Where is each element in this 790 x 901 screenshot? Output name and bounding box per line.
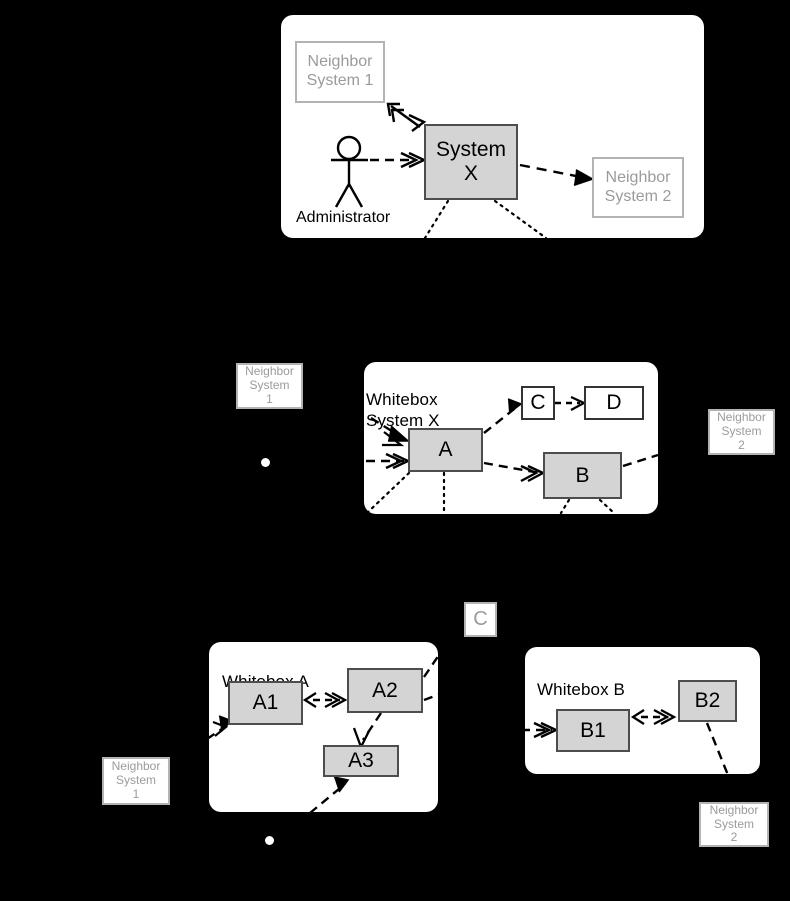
level3-neighbor-system-2-label: Neighbor System 2 — [709, 802, 759, 845]
level3-neighbor-system-2[interactable]: Neighbor System 2 — [699, 802, 769, 847]
level3-component-a3-label: A3 — [348, 749, 374, 773]
level3-component-b1-label: B1 — [580, 718, 606, 742]
level2-neighbor-system-2-label: Neighbor System 2 — [717, 410, 766, 452]
administrator-label-text: Administrator — [296, 209, 391, 226]
level3-neighbor-system-1-label: Neighbor System 1 — [111, 759, 161, 801]
level2-component-c[interactable]: C — [521, 386, 555, 420]
level3-component-b1[interactable]: B1 — [556, 709, 630, 752]
level3-whitebox-b-title: Whitebox B — [537, 658, 625, 700]
diagram-canvas: Neighbor System 1 System X Neighbor Syst… — [0, 0, 790, 901]
level1-neighbor-system-2-label: Neighbor System 2 — [604, 168, 672, 205]
level2-component-a[interactable]: A — [408, 428, 483, 472]
level3-left-connector-dot — [265, 836, 274, 845]
level2-component-a-label: A — [438, 438, 453, 462]
level2-neighbor-system-1-label: Neighbor System 1 — [245, 364, 294, 406]
level2-component-d-label: D — [606, 391, 622, 414]
level2-component-b[interactable]: B — [543, 452, 622, 499]
administrator-actor-label: Administrator — [296, 209, 390, 227]
level3-external-c[interactable]: C — [464, 602, 497, 637]
level3-whitebox-b-title-text: Whitebox B — [537, 680, 625, 699]
level2-component-d[interactable]: D — [584, 386, 644, 420]
level3-component-b2-label: B2 — [694, 689, 721, 713]
level3-component-a2-label: A2 — [372, 678, 398, 702]
level1-neighbor-system-1[interactable]: Neighbor System 1 — [295, 41, 385, 103]
level3-external-c-label: C — [473, 607, 488, 630]
level2-panel-title: Whitebox System X — [366, 368, 440, 431]
level3-component-a1-label: A1 — [252, 691, 279, 715]
level2-component-c-label: C — [530, 391, 546, 414]
level3-neighbor-system-1[interactable]: Neighbor System 1 — [102, 757, 170, 805]
level2-neighbor-system-2[interactable]: Neighbor System 2 — [708, 409, 775, 455]
level1-neighbor-system-2[interactable]: Neighbor System 2 — [592, 157, 684, 218]
level3-component-a3[interactable]: A3 — [323, 745, 399, 777]
level2-panel-title-text: Whitebox System X — [366, 390, 440, 430]
level3-component-b2[interactable]: B2 — [678, 680, 737, 722]
level3-component-a1[interactable]: A1 — [228, 681, 303, 725]
level2-neighbor-system-1[interactable]: Neighbor System 1 — [236, 363, 303, 409]
level3-component-a2[interactable]: A2 — [347, 668, 423, 713]
level2-left-connector-dot — [261, 458, 270, 467]
level1-system-x[interactable]: System X — [424, 124, 518, 200]
level1-neighbor-system-1-label: Neighbor System 1 — [306, 53, 374, 89]
level2-component-b-label: B — [575, 463, 590, 487]
level1-system-x-label: System X — [435, 138, 506, 185]
